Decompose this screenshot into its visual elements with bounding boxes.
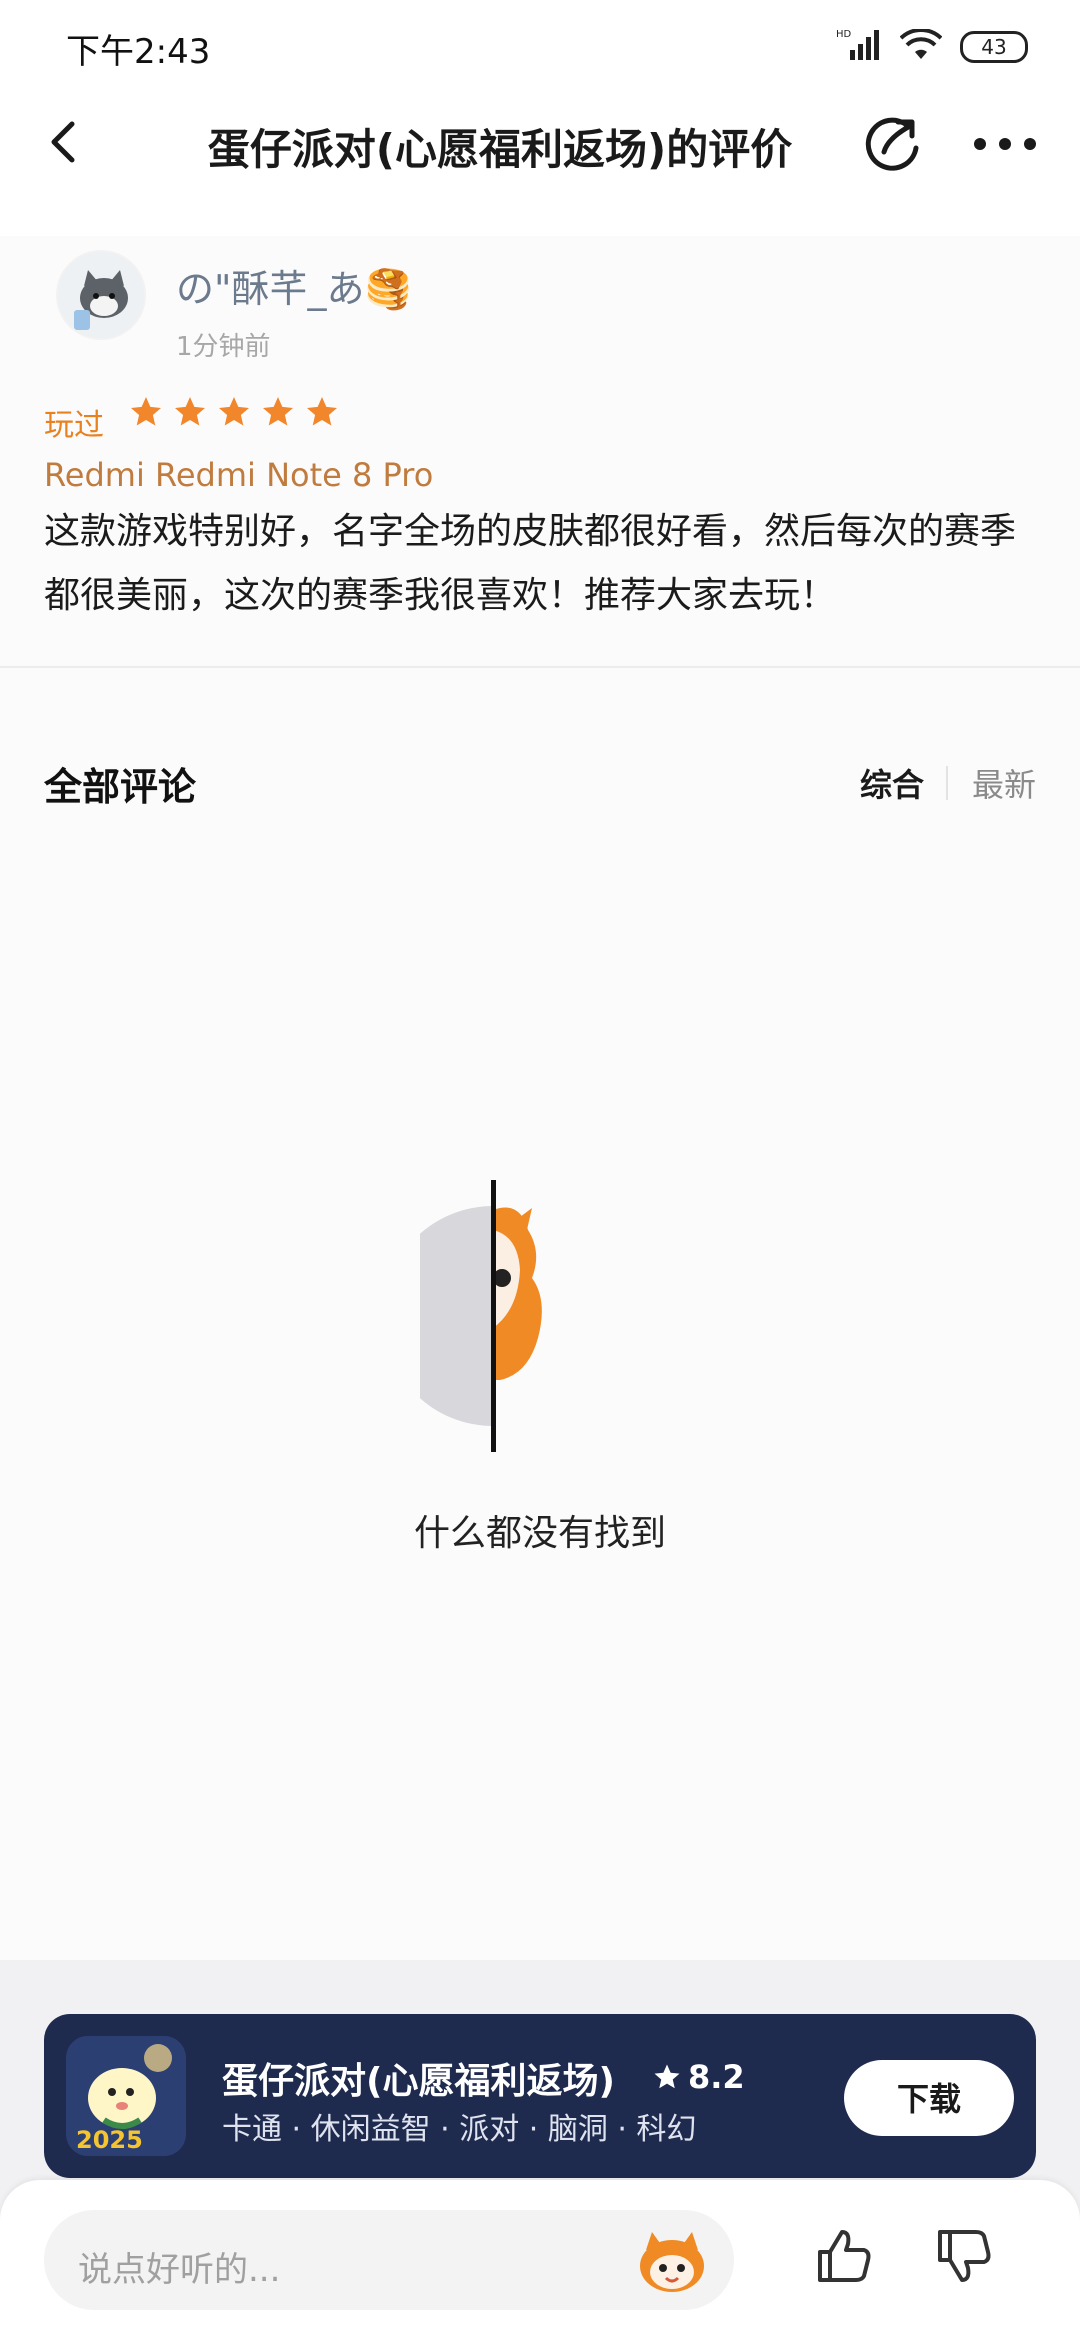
empty-state-illustration	[383, 1160, 660, 1460]
played-label: 玩过	[44, 408, 104, 443]
sort-newest-tab[interactable]: 最新	[972, 760, 1036, 806]
eggy-party-icon: 2025	[66, 2036, 186, 2156]
download-button[interactable]: 下载	[844, 2060, 1014, 2136]
mascot-emoji-icon	[640, 2232, 704, 2292]
comment-input-placeholder[interactable]: 说点好听的...	[78, 2242, 280, 2291]
divider	[0, 666, 1080, 668]
star-icon	[219, 397, 249, 426]
app-rating: 8.2	[652, 2058, 745, 2096]
dislike-button[interactable]	[932, 2224, 996, 2288]
like-button[interactable]	[812, 2224, 876, 2288]
star-icon	[263, 397, 293, 426]
signal-icon: HD	[836, 28, 882, 66]
rating-stars	[128, 394, 340, 430]
thumbs-up-icon	[818, 2230, 871, 2282]
review-text: 这款游戏特别好，名字全场的皮肤都很好看，然后每次的赛季都很美丽，这次的赛季我很喜…	[44, 511, 1017, 616]
emoji-button[interactable]	[632, 2226, 712, 2296]
mascot-peeking-icon	[383, 1180, 542, 1452]
app-icon[interactable]: 2025	[66, 2036, 186, 2156]
star-icon	[654, 2064, 680, 2089]
app-rating-value: 8.2	[688, 2058, 745, 2096]
star-icon	[131, 397, 161, 426]
chevron-left-icon	[51, 121, 75, 163]
star-icon	[307, 397, 337, 426]
sort-general-tab[interactable]: 综合	[860, 760, 924, 806]
page-title: 蛋仔派对(心愿福利返场)的评价	[207, 125, 793, 174]
app-name: 蛋仔派对(心愿福利返场)	[222, 2061, 615, 2102]
wifi-icon	[899, 28, 943, 65]
empty-state-text: 什么都没有找到	[413, 1513, 666, 1554]
comments-title: 全部评论	[44, 765, 197, 809]
share-icon	[865, 117, 919, 171]
share-button[interactable]	[862, 112, 924, 174]
more-button[interactable]	[970, 124, 1040, 164]
status-time: 下午2:43	[66, 32, 211, 72]
back-button[interactable]	[40, 112, 90, 172]
username[interactable]: の"酥芊_あ🥞	[176, 258, 412, 313]
review-time: 1分钟前	[176, 332, 271, 362]
more-icon	[974, 138, 1036, 150]
cat-avatar-icon	[58, 252, 144, 338]
status-icons: HD 43	[836, 28, 1028, 66]
sort-divider	[946, 766, 948, 800]
network-hd: HD	[836, 29, 852, 40]
app-icon-year: 2025	[76, 2126, 143, 2154]
device-label: Redmi Redmi Note 8 Pro	[44, 456, 434, 494]
avatar[interactable]	[56, 250, 146, 340]
thumbs-down-icon	[938, 2230, 991, 2282]
battery-indicator: 43	[960, 31, 1028, 63]
star-icon	[175, 397, 205, 426]
app-tags: 卡通 · 休闲益智 · 派对 · 脑洞 · 科幻	[222, 2112, 697, 2147]
